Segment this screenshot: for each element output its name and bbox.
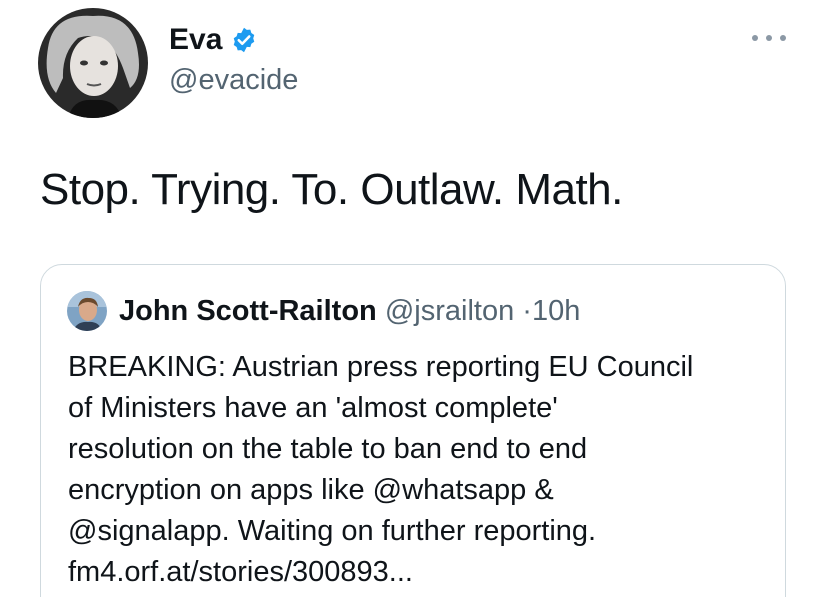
more-dot: [780, 35, 786, 41]
tweet-text: Stop. Trying. To. Outlaw. Math.: [40, 165, 623, 214]
more-dot: [766, 35, 772, 41]
quoted-tweet-text: BREAKING: Austrian press reporting EU Co…: [68, 347, 768, 593]
more-options-icon[interactable]: [752, 28, 786, 48]
more-dot: [752, 35, 758, 41]
quoted-text-line: resolution on the table to ban end to en…: [68, 433, 588, 465]
quoted-tweet-time[interactable]: 10h: [532, 295, 580, 327]
author-name-text: Eva: [169, 23, 223, 56]
quoted-author-handle[interactable]: @jsrailton: [385, 295, 514, 327]
profile-photo-icon: [38, 8, 148, 118]
author-display-name[interactable]: Eva: [169, 22, 258, 58]
quoted-text-line: encryption on apps like @whatsapp &: [68, 474, 554, 506]
verified-badge-icon: [230, 26, 258, 54]
quoted-tweet-header: John Scott-Railton @jsrailton ·10h: [119, 293, 580, 329]
tweet-view: Eva @evacide Stop. Trying. To. Outlaw. M…: [0, 0, 828, 597]
quoted-text-line: BREAKING: Austrian press reporting EU Co…: [68, 351, 694, 383]
quoted-text-line: of Ministers have an 'almost complete': [68, 392, 558, 424]
quoted-link-line[interactable]: fm4.orf.at/stories/300893...: [68, 552, 768, 593]
quoted-author-name[interactable]: John Scott-Railton: [119, 295, 377, 327]
separator-dot: ·: [522, 295, 532, 327]
author-avatar[interactable]: [38, 8, 148, 118]
quoted-tweet-card[interactable]: John Scott-Railton @jsrailton ·10h BREAK…: [40, 264, 786, 597]
profile-photo-icon: [67, 291, 107, 331]
quoted-author-avatar[interactable]: [67, 291, 107, 331]
author-handle[interactable]: @evacide: [169, 62, 298, 98]
quoted-text-line: @signalapp. Waiting on further reporting…: [68, 515, 597, 547]
